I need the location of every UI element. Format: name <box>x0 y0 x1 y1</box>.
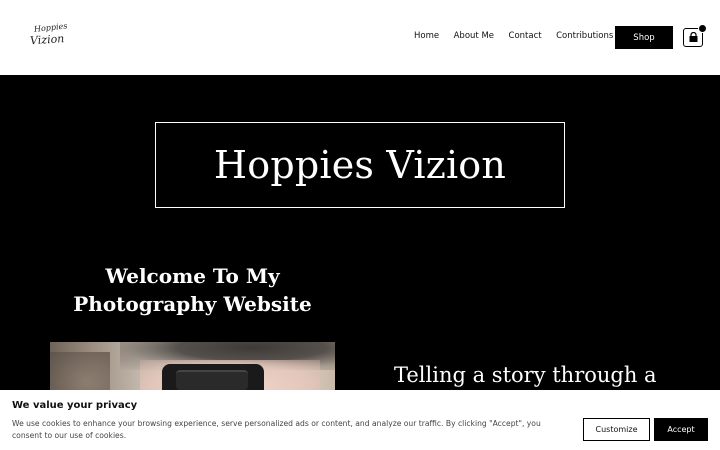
welcome-heading: Welcome To My Photography Website <box>73 264 312 316</box>
nav-contributions[interactable]: Contributions <box>556 31 613 41</box>
logo-line2: Vizion <box>29 32 65 48</box>
nav-contact[interactable]: Contact <box>509 31 542 41</box>
shopping-bag-icon <box>689 32 697 42</box>
nav-about-me[interactable]: About Me <box>454 31 494 41</box>
shop-button[interactable]: Shop <box>615 26 673 49</box>
cookie-title: We value your privacy <box>12 400 138 411</box>
tagline-heading: Telling a story through a <box>394 363 657 387</box>
main-nav: Home About Me Contact Contributions <box>414 31 628 41</box>
site-header: Hoppies Vizion Home About Me Contact Con… <box>0 0 720 75</box>
customize-button[interactable]: Customize <box>583 418 650 441</box>
cart-button[interactable] <box>683 24 707 47</box>
cookie-text: We use cookies to enhance your browsing … <box>12 419 541 440</box>
hero-title-box: Hoppies Vizion <box>155 122 565 208</box>
accept-button[interactable]: Accept <box>654 418 708 441</box>
page-title: Hoppies Vizion <box>213 143 507 187</box>
cart-badge <box>698 24 707 33</box>
nav-home[interactable]: Home <box>414 31 439 41</box>
site-logo[interactable]: Hoppies Vizion <box>29 21 70 52</box>
